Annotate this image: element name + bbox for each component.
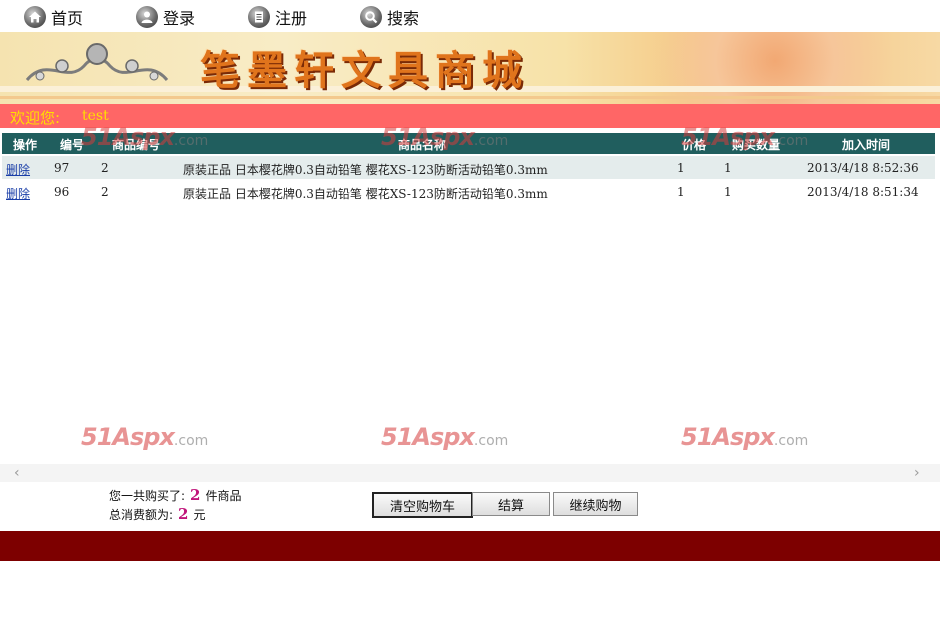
- top-nav: 首页 登录 注册 搜索: [0, 0, 940, 32]
- ornament-icon: [25, 43, 169, 82]
- watermark-brand: 51Aspx: [81, 123, 175, 151]
- watermark-logo: 51Aspx.com: [681, 423, 808, 451]
- cell-id: 96: [54, 185, 70, 199]
- watermark-suffix: .com: [773, 133, 809, 149]
- cell-added-time: 2013/4/18 8:51:34: [807, 185, 919, 199]
- welcome-username: test: [82, 108, 109, 124]
- cell-product-name: 原装正品 日本樱花牌0.3自动铅笔 樱花XS-123防断活动铅笔0.3mm: [183, 187, 548, 201]
- home-icon: [24, 6, 46, 28]
- count-suffix: 件商品: [205, 489, 242, 503]
- watermark-logo: 51Aspx.com: [381, 423, 508, 451]
- cell-product-id: 2: [101, 161, 109, 175]
- total-amount: 2: [178, 505, 189, 523]
- total-prefix: 总消费额为:: [109, 508, 174, 522]
- nav-login-label: 登录: [163, 9, 196, 28]
- total-amount-summary: 总消费额为: 2 元: [109, 505, 206, 523]
- nav-search-label: 搜索: [387, 9, 420, 28]
- welcome-label: 欢迎您:: [10, 109, 61, 127]
- watermark-suffix: .com: [173, 433, 209, 449]
- delete-link[interactable]: 删除: [6, 161, 30, 178]
- footer-bar: [0, 531, 940, 561]
- header-added-time: 加入时间: [842, 138, 891, 152]
- watermark-suffix: .com: [173, 133, 209, 149]
- purchase-count-summary: 您一共购买了: 2 件商品: [109, 486, 242, 504]
- site-banner: 笔墨轩文具商城: [0, 32, 940, 104]
- total-suffix: 元: [193, 508, 206, 522]
- cell-price: 1: [677, 185, 685, 199]
- watermark-logo: 51Aspx.com: [81, 423, 208, 451]
- watermark-brand: 51Aspx: [381, 423, 475, 451]
- watermark-logo: 51Aspx.com: [81, 123, 208, 151]
- document-icon: [248, 6, 270, 28]
- item-count: 2: [190, 486, 201, 504]
- table-row: 删除 96 2 原装正品 日本樱花牌0.3自动铅笔 樱花XS-123防断活动铅笔…: [2, 180, 935, 203]
- watermark-suffix: .com: [773, 433, 809, 449]
- cell-price: 1: [677, 161, 685, 175]
- cell-product-name: 原装正品 日本樱花牌0.3自动铅笔 樱花XS-123防断活动铅笔0.3mm: [183, 163, 548, 177]
- count-prefix: 您一共购买了:: [109, 489, 186, 503]
- watermark-suffix: .com: [473, 433, 509, 449]
- peony-decoration: [610, 32, 940, 104]
- watermark-logo: 51Aspx.com: [381, 123, 508, 151]
- watermark-brand: 51Aspx: [681, 423, 775, 451]
- watermark-brand: 51Aspx: [81, 423, 175, 451]
- cell-product-id: 2: [101, 185, 109, 199]
- cell-quantity: 1: [724, 185, 732, 199]
- table-row: 删除 97 2 原装正品 日本樱花牌0.3自动铅笔 樱花XS-123防断活动铅笔…: [2, 156, 935, 179]
- watermark-suffix: .com: [473, 133, 509, 149]
- horizontal-scrollbar[interactable]: ‹ ›: [0, 464, 940, 482]
- site-title: 笔墨轩文具商城: [200, 47, 529, 94]
- nav-register-label: 注册: [275, 9, 308, 28]
- user-icon: [136, 6, 158, 28]
- clear-cart-button[interactable]: 清空购物车: [372, 492, 473, 518]
- watermark-brand: 51Aspx: [681, 123, 775, 151]
- watermark-logo: 51Aspx.com: [681, 123, 808, 151]
- delete-link[interactable]: 删除: [6, 185, 30, 202]
- nav-search[interactable]: 搜索: [360, 4, 419, 30]
- header-action: 操作: [13, 138, 38, 152]
- watermark-brand: 51Aspx: [381, 123, 475, 151]
- cell-added-time: 2013/4/18 8:52:36: [807, 161, 919, 175]
- nav-home-label: 首页: [51, 9, 84, 28]
- nav-login[interactable]: 登录: [136, 4, 195, 30]
- scroll-left-icon[interactable]: ‹: [14, 465, 20, 481]
- scroll-right-icon[interactable]: ›: [914, 465, 920, 481]
- continue-shopping-button[interactable]: 继续购物: [553, 492, 638, 516]
- nav-home[interactable]: 首页: [24, 4, 83, 30]
- checkout-button[interactable]: 结算: [472, 492, 550, 516]
- search-icon: [360, 6, 382, 28]
- nav-register[interactable]: 注册: [248, 4, 307, 30]
- cell-quantity: 1: [724, 161, 732, 175]
- cell-id: 97: [54, 161, 70, 175]
